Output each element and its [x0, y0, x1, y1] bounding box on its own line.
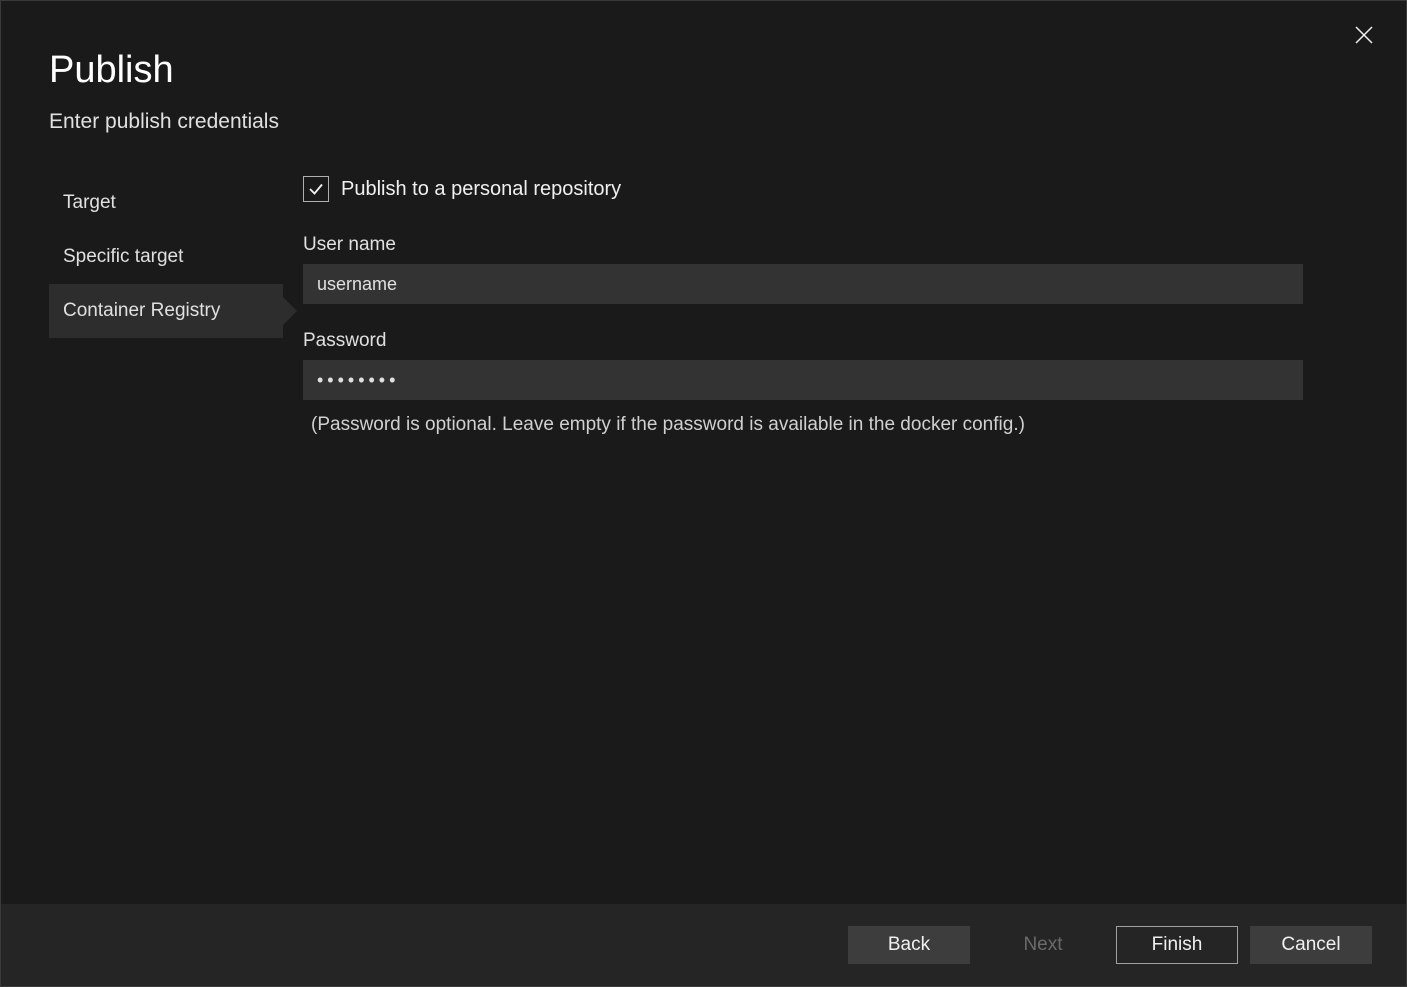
dialog-header: Publish Enter publish credentials — [1, 1, 1406, 158]
next-button: Next — [982, 926, 1104, 964]
publish-dialog: Publish Enter publish credentials Target… — [1, 1, 1406, 986]
sidebar-item-container-registry[interactable]: Container Registry — [49, 284, 283, 338]
username-input[interactable] — [303, 264, 1303, 304]
personal-repo-label: Publish to a personal repository — [341, 178, 621, 201]
dialog-content: Target Specific target Container Registr… — [1, 158, 1406, 904]
password-hint: (Password is optional. Leave empty if th… — [303, 414, 1358, 436]
sidebar-item-label: Specific target — [63, 246, 183, 267]
sidebar-item-target[interactable]: Target — [49, 176, 283, 230]
close-icon — [1352, 23, 1376, 47]
finish-button[interactable]: Finish — [1116, 926, 1238, 964]
wizard-sidebar: Target Specific target Container Registr… — [49, 176, 283, 904]
form-panel: Publish to a personal repository User na… — [283, 176, 1358, 904]
dialog-title: Publish — [49, 49, 1358, 92]
password-input[interactable]: •••••••• — [303, 360, 1303, 400]
cancel-button[interactable]: Cancel — [1250, 926, 1372, 964]
password-mask: •••••••• — [317, 370, 399, 391]
back-button[interactable]: Back — [848, 926, 970, 964]
dialog-subtitle: Enter publish credentials — [49, 110, 1358, 134]
username-label: User name — [303, 234, 1358, 256]
close-button[interactable] — [1352, 23, 1376, 47]
personal-repo-row: Publish to a personal repository — [303, 176, 1358, 202]
personal-repo-checkbox[interactable] — [303, 176, 329, 202]
check-icon — [307, 180, 325, 198]
sidebar-item-specific-target[interactable]: Specific target — [49, 230, 283, 284]
sidebar-item-label: Container Registry — [63, 300, 220, 321]
dialog-footer: Back Next Finish Cancel — [1, 904, 1406, 986]
sidebar-item-label: Target — [63, 192, 116, 213]
password-label: Password — [303, 330, 1358, 352]
